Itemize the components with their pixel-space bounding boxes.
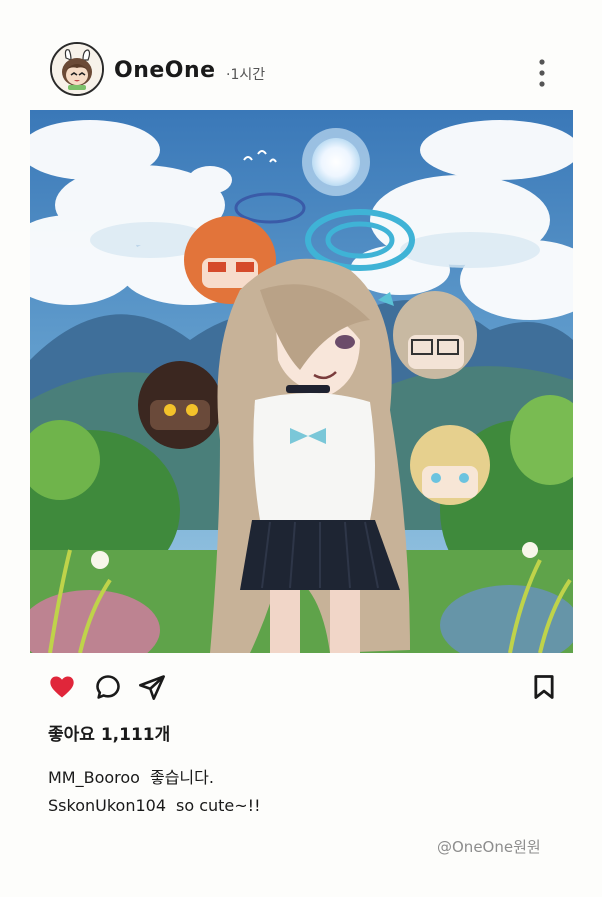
avatar-illustration (52, 44, 102, 94)
likes-count[interactable]: 좋아요 1,111개 (48, 720, 170, 745)
post-image[interactable] (30, 110, 573, 653)
comment-text: 좋습니다. (149, 768, 214, 787)
comment-item: SskonUkon104 so cute~!! (48, 796, 261, 815)
comment-text: so cute~!! (176, 796, 261, 815)
avatar[interactable] (50, 42, 104, 96)
comment-item: MM_Booroo 좋습니다. (48, 764, 214, 788)
bookmark-icon[interactable] (530, 673, 558, 701)
post-actions (0, 660, 602, 710)
username[interactable]: OneOne (114, 58, 216, 83)
send-icon[interactable] (138, 673, 166, 701)
watermark: @OneOne원원 (437, 838, 541, 856)
post-time: ·1시간 (226, 67, 266, 83)
more-vertical-icon[interactable] (536, 58, 548, 88)
comment-bubble-icon[interactable] (94, 673, 122, 701)
post-header: OneOne ·1시간 (0, 0, 602, 110)
anime-illustration (30, 110, 573, 653)
comment-username[interactable]: MM_Booroo (48, 768, 140, 787)
comment-username[interactable]: SskonUkon104 (48, 796, 166, 815)
heart-filled-icon[interactable] (48, 673, 76, 701)
